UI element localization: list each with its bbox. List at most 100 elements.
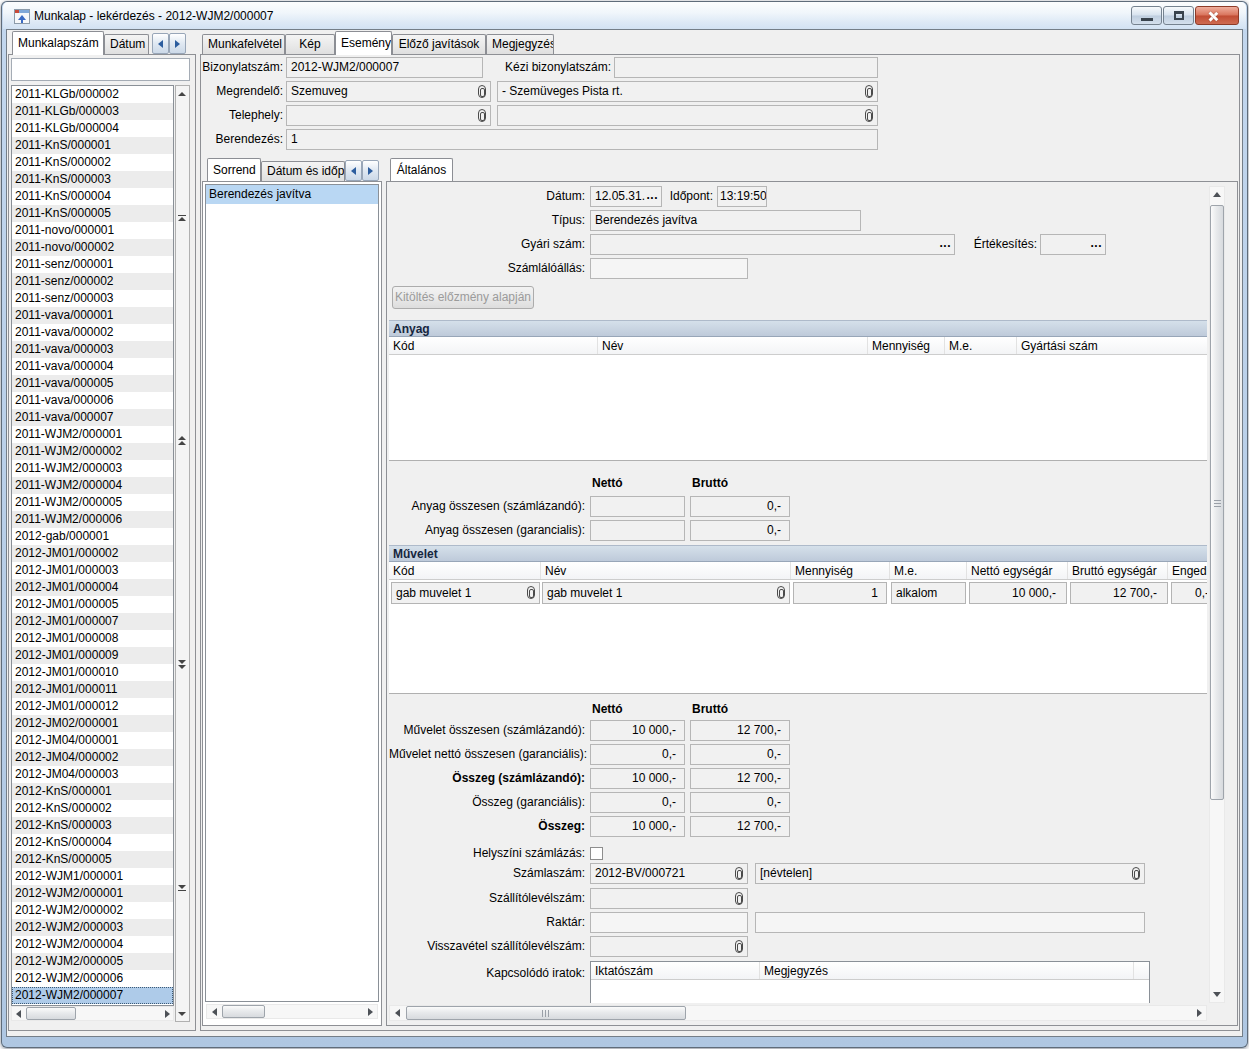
tab-munkafelvetel[interactable]: Munkafelvétel — [202, 34, 285, 54]
col-mennyiseg[interactable]: Mennyiség — [791, 562, 890, 579]
list-item[interactable]: 2012-WJM1/000001 — [12, 868, 173, 885]
worksheet-list[interactable]: 2011-KLGb/0000022011-KLGb/0000032011-KLG… — [11, 85, 174, 1006]
date-picker-button[interactable]: ... — [646, 187, 658, 204]
kezi-bizonylatszam-field[interactable] — [614, 57, 878, 78]
berendezes-field[interactable]: 1 — [286, 129, 878, 150]
minimize-button[interactable] — [1131, 6, 1162, 25]
szallitolevel-field[interactable] — [590, 888, 748, 909]
paperclip-icon[interactable] — [735, 892, 743, 905]
szamlaszam-name-field[interactable]: [névtelen] — [755, 863, 1145, 884]
list-item[interactable]: 2011-WJM2/000006 — [12, 511, 173, 528]
close-button[interactable] — [1195, 6, 1239, 25]
paperclip-icon[interactable] — [777, 586, 785, 599]
list-item[interactable]: 2011-vava/000002 — [12, 324, 173, 341]
kitoltes-button[interactable]: Kitöltés előzmény alapján — [392, 286, 534, 309]
muvelet-netto-egysegar-cell[interactable]: 10 000,- — [969, 582, 1067, 604]
event-tab-scroll-right[interactable] — [362, 160, 379, 181]
muvelet-engedmeny-cell[interactable]: 0,- — [1171, 582, 1207, 604]
event-list[interactable]: Berendezés javítva — [205, 184, 379, 1002]
megrendelo-code-field[interactable]: Szemuveg — [286, 81, 491, 102]
list-item[interactable]: 2012-JM04/000001 — [12, 732, 173, 749]
list-item[interactable]: 2012-JM01/000010 — [12, 664, 173, 681]
list-item[interactable]: 2011-WJM2/000003 — [12, 460, 173, 477]
col-mennyiseg[interactable]: Mennyiség — [868, 337, 945, 354]
list-item[interactable]: 2011-vava/000004 — [12, 358, 173, 375]
scroll-down-icon[interactable] — [176, 1008, 188, 1020]
list-item[interactable]: 2011-KLGb/000002 — [12, 86, 173, 103]
list-item[interactable]: 2012-JM02/000001 — [12, 715, 173, 732]
paperclip-icon[interactable] — [478, 85, 486, 98]
list-item[interactable]: 2011-vava/000001 — [12, 307, 173, 324]
list-item[interactable]: 2011-vava/000007 — [12, 409, 173, 426]
tab-scroll-left-button[interactable] — [152, 33, 169, 54]
scroll-top-icon[interactable] — [176, 212, 188, 224]
muvelet-kod-cell[interactable]: gab muvelet 1 — [391, 582, 540, 604]
detail-vscrollbar[interactable] — [1209, 186, 1225, 1003]
list-item[interactable]: 2011-KnS/000001 — [12, 137, 173, 154]
list-item[interactable]: 2011-senz/000002 — [12, 273, 173, 290]
scroll-right-icon[interactable] — [365, 1007, 375, 1016]
col-iktatoszam[interactable]: Iktatószám — [591, 962, 760, 979]
list-item[interactable]: 2011-senz/000003 — [12, 290, 173, 307]
szamlaszam-field[interactable]: 2012-BV/000721 — [590, 863, 748, 884]
list-item[interactable]: 2012-WJM2/000004 — [12, 936, 173, 953]
muvelet-me-cell[interactable]: alkalom — [891, 582, 966, 604]
left-list-hscrollbar[interactable] — [11, 1006, 174, 1021]
list-item[interactable]: 2012-KnS/000003 — [12, 817, 173, 834]
paperclip-icon[interactable] — [478, 109, 486, 122]
list-item[interactable]: 2012-JM01/000012 — [12, 698, 173, 715]
telephely-name-field[interactable] — [497, 105, 878, 126]
tab-munkalapszam[interactable]: Munkalapszám — [12, 31, 104, 55]
list-item[interactable]: 2012-WJM2/000001 — [12, 885, 173, 902]
tipus-field[interactable]: Berendezés javítva — [590, 210, 861, 231]
detail-hscroll-thumb[interactable] — [406, 1006, 686, 1020]
muvelet-mennyiseg-cell[interactable]: 1 — [793, 582, 887, 604]
tab-altalanos[interactable]: Általános — [390, 158, 453, 182]
list-item[interactable]: 2011-KnS/000003 — [12, 171, 173, 188]
event-hscroll-thumb[interactable] — [222, 1005, 265, 1018]
szamlaloallas-field[interactable] — [590, 258, 748, 279]
scroll-up-icon[interactable] — [1212, 190, 1222, 199]
visszavetel-field[interactable] — [590, 936, 748, 957]
scroll-left-icon[interactable] — [392, 1008, 402, 1018]
list-item[interactable]: 2012-WJM2/000007 — [12, 987, 173, 1004]
list-item[interactable]: 2012-JM04/000002 — [12, 749, 173, 766]
raktar-field[interactable] — [590, 912, 748, 933]
col-kod[interactable]: Kód — [389, 562, 541, 579]
list-item[interactable]: 2011-KnS/000002 — [12, 154, 173, 171]
list-item[interactable]: 2011-WJM2/000001 — [12, 426, 173, 443]
list-item[interactable]: 2012-JM01/000005 — [12, 596, 173, 613]
col-engedmeny[interactable]: Engedmény — [1168, 562, 1207, 579]
telephely-code-field[interactable] — [286, 105, 491, 126]
paperclip-icon[interactable] — [735, 867, 743, 880]
tab-kep[interactable]: Kép — [285, 34, 335, 54]
col-netto-egysegar[interactable]: Nettó egységár — [967, 562, 1068, 579]
maximize-button[interactable] — [1163, 6, 1194, 25]
list-item[interactable]: 2012-JM01/000003 — [12, 562, 173, 579]
list-item[interactable]: 2011-vava/000006 — [12, 392, 173, 409]
col-megjegyzes[interactable]: Megjegyzés — [760, 962, 1134, 979]
col-nev[interactable]: Név — [541, 562, 791, 579]
list-item[interactable]: 2011-novo/000001 — [12, 222, 173, 239]
raktar-name-field[interactable] — [755, 912, 1145, 933]
list-item[interactable]: 2012-JM04/000003 — [12, 766, 173, 783]
list-item[interactable]: 2011-WJM2/000002 — [12, 443, 173, 460]
tab-megjegyzes[interactable]: Megjegyzés — [486, 34, 554, 54]
list-item[interactable]: 2012-JM01/000007 — [12, 613, 173, 630]
list-item[interactable]: 2011-WJM2/000005 — [12, 494, 173, 511]
col-nev[interactable]: Név — [598, 337, 868, 354]
list-item[interactable]: 2012-JM01/000008 — [12, 630, 173, 647]
list-item[interactable]: 2012-JM01/000011 — [12, 681, 173, 698]
col-gyartasi-szam[interactable]: Gyártási szám — [1017, 337, 1207, 354]
list-item[interactable]: 2011-novo/000002 — [12, 239, 173, 256]
titlebar[interactable]: Munkalap - lekérdezés - 2012-WJM2/000007 — [3, 2, 1246, 29]
page-down-icon[interactable] — [176, 658, 188, 670]
event-list-hscrollbar[interactable] — [206, 1004, 378, 1019]
list-item[interactable]: 2011-KLGb/000004 — [12, 120, 173, 137]
col-me[interactable]: M.e. — [890, 562, 967, 579]
event-item[interactable]: Berendezés javítva — [206, 185, 378, 204]
tab-elozo-javitasok[interactable]: Előző javítások — [392, 34, 486, 54]
paperclip-icon[interactable] — [865, 85, 873, 98]
list-item[interactable]: 2012-gab/000001 — [12, 528, 173, 545]
paperclip-icon[interactable] — [735, 940, 743, 953]
